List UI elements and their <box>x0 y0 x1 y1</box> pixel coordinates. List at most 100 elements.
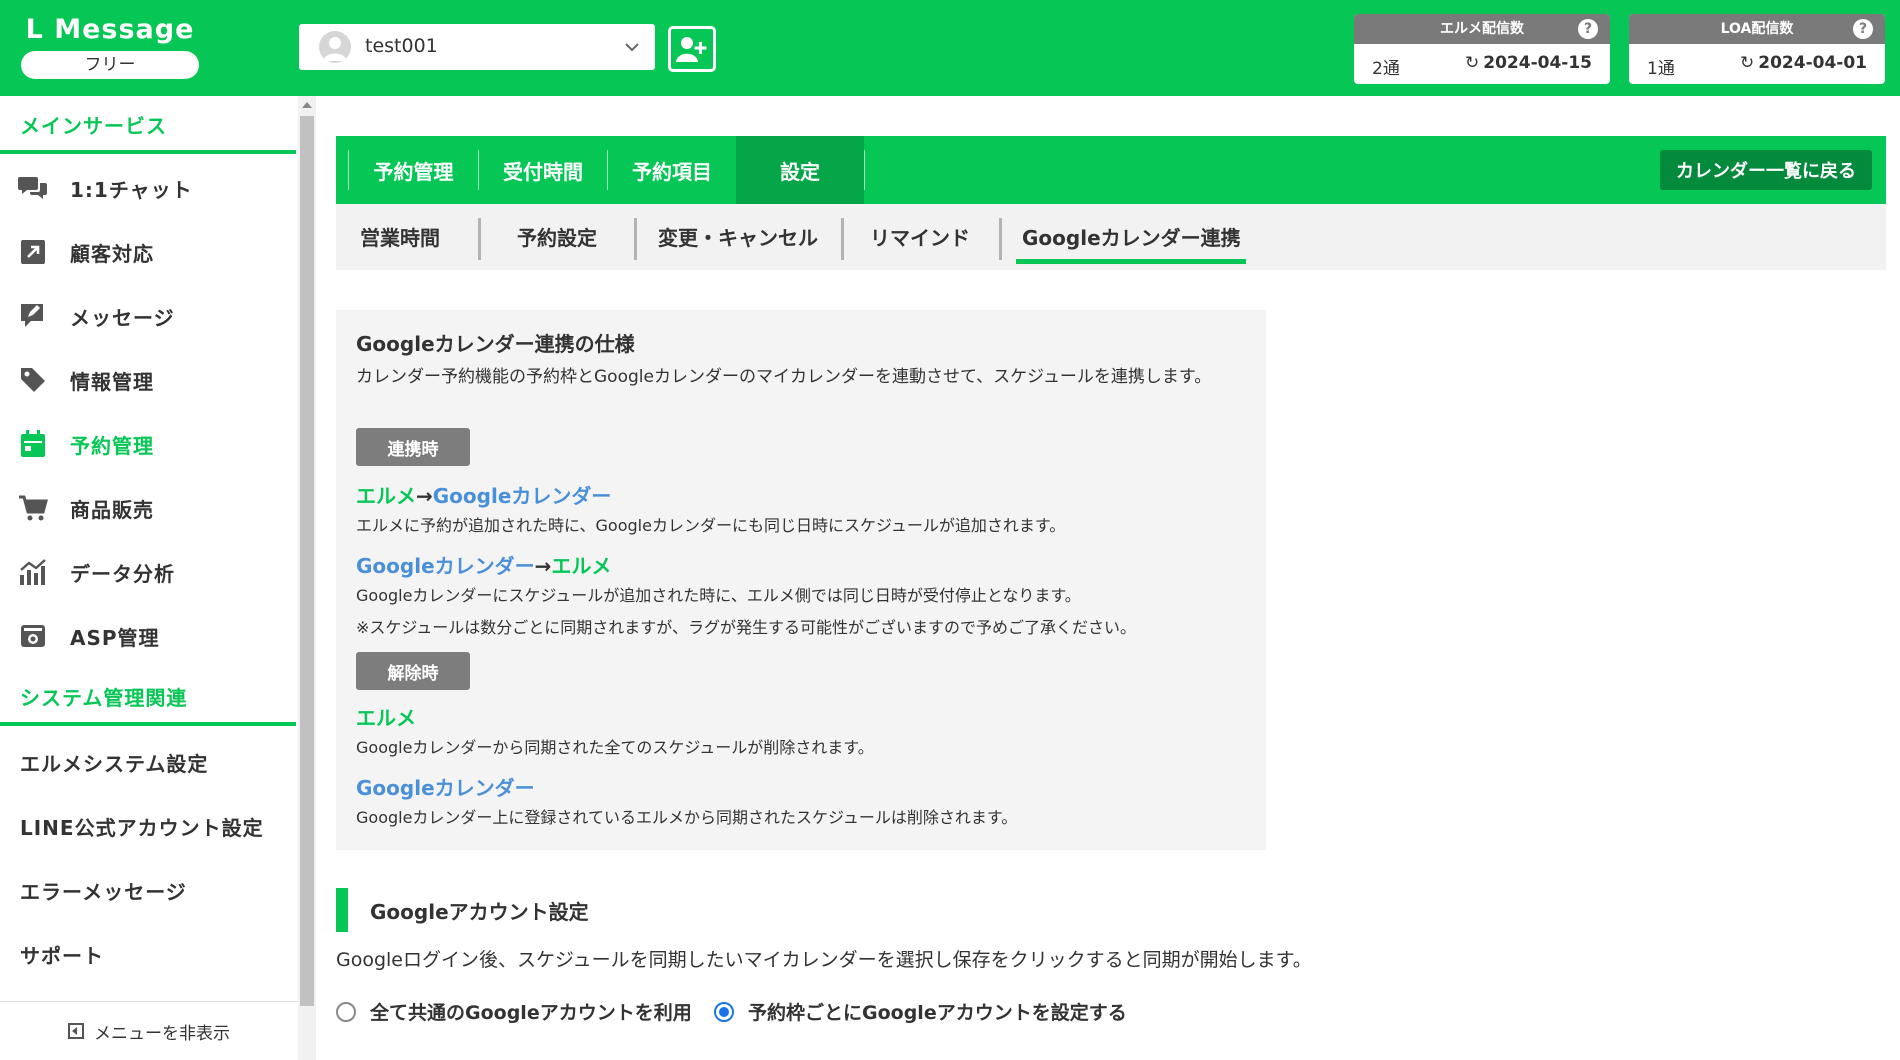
subtab-reservation-settings[interactable]: 予約設定 <box>517 222 597 251</box>
logo-title: L Message <box>25 14 195 45</box>
sidebar-item-customer[interactable]: 顧客対応 <box>0 222 298 282</box>
sidebar-item-reservation[interactable]: 予約管理 <box>0 414 298 474</box>
chevron-down-icon <box>623 38 641 60</box>
stat-date-text: 2024-04-15 <box>1483 53 1592 73</box>
hide-menu-button[interactable]: メニューを非表示 <box>0 1001 298 1060</box>
unlink-badge: 解除時 <box>356 652 470 690</box>
add-user-button[interactable] <box>668 26 716 72</box>
sidebar-item-label: メッセージ <box>70 305 175 330</box>
lme-delivery-count-box: エルメ配信数? 2通 ↻ 2024-04-15 <box>1354 14 1610 84</box>
subtab-change-cancel[interactable]: 変更・キャンセル <box>658 222 818 251</box>
radio-per-slot-account[interactable]: 予約枠ごとにGoogleアカウントを設定する <box>714 998 1127 1025</box>
chart-icon <box>16 555 50 589</box>
collapse-icon <box>68 1023 84 1039</box>
asp-icon <box>16 619 50 653</box>
sidebar-item-asp[interactable]: ASP管理 <box>0 606 298 666</box>
spec-description: カレンダー予約機能の予約枠とGoogleカレンダーのマイカレンダーを連動させて、… <box>356 367 1212 387</box>
divider <box>0 722 296 726</box>
stat-title-text: エルメ配信数 <box>1440 21 1524 37</box>
sidebar-item-label: データ分析 <box>70 561 175 586</box>
tab-reservation-management[interactable]: 予約管理 <box>349 136 478 204</box>
radio-button-selected[interactable] <box>714 1001 734 1022</box>
arrow-icon: → <box>534 554 552 578</box>
tag-icon <box>16 363 50 397</box>
subtab-business-hours[interactable]: 営業時間 <box>360 222 440 251</box>
sidebar-section-main: メインサービス <box>20 114 167 138</box>
stat-count: 2通 <box>1372 59 1400 79</box>
stat-title-text: LOA配信数 <box>1720 21 1794 37</box>
sidebar-item-error-message[interactable]: エラーメッセージ <box>20 876 187 905</box>
google-to-lme-text: Googleカレンダーにスケジュールが追加された時に、エルメ側では同じ日時が受付… <box>356 586 1081 605</box>
radio-label: 全て共通のGoogleアカウントを利用 <box>370 1002 692 1024</box>
unlink-lme-heading: エルメ <box>356 706 416 730</box>
sidebar-item-line-account[interactable]: LINE公式アカウント設定 <box>20 812 264 841</box>
radio-button[interactable] <box>336 1001 356 1022</box>
stat-title: エルメ配信数? <box>1354 14 1610 44</box>
subtab-divider <box>999 218 1002 260</box>
unlink-google-heading: Googleカレンダー <box>356 776 535 800</box>
google-calendar-spec-panel: Googleカレンダー連携の仕様 カレンダー予約機能の予約枠とGoogleカレン… <box>336 310 1266 850</box>
google-account-description: Googleログイン後、スケジュールを同期したいマイカレンダーを選択し保存をクリ… <box>336 949 1312 971</box>
heading-from: エルメ <box>356 484 416 508</box>
help-icon[interactable]: ? <box>1853 19 1873 39</box>
back-to-calendar-list-button[interactable]: カレンダー一覧に戻る <box>1660 150 1872 190</box>
sidebar-item-support[interactable]: サポート <box>20 940 104 969</box>
sidebar-item-sales[interactable]: 商品販売 <box>0 478 298 538</box>
scrollbar-thumb[interactable] <box>300 116 314 1006</box>
radio-common-account[interactable]: 全て共通のGoogleアカウントを利用 <box>336 998 692 1025</box>
sidebar-item-info[interactable]: 情報管理 <box>0 350 298 410</box>
tab-settings[interactable]: 設定 <box>736 136 864 204</box>
active-subtab-indicator <box>1016 259 1246 264</box>
unlink-google-text: Googleカレンダー上に登録されているエルメから同期されたスケジュールは削除さ… <box>356 808 1018 827</box>
help-icon[interactable]: ? <box>1578 19 1598 39</box>
lme-to-google-heading: エルメ→Googleカレンダー <box>356 480 611 509</box>
scroll-up-icon[interactable] <box>302 102 312 108</box>
subtab-google-calendar[interactable]: Googleカレンダー連携 <box>1022 222 1241 251</box>
stat-date[interactable]: ↻ 2024-04-15 <box>1465 53 1592 73</box>
add-user-icon <box>676 37 707 62</box>
sidebar-item-message[interactable]: メッセージ <box>0 286 298 346</box>
logo[interactable]: L Message フリー <box>20 14 200 79</box>
subtab-remind[interactable]: リマインド <box>870 222 970 251</box>
divider <box>0 150 296 154</box>
stat-date[interactable]: ↻ 2024-04-01 <box>1740 53 1867 73</box>
tab-reception-time[interactable]: 受付時間 <box>479 136 607 204</box>
sidebar-item-label: 1:1チャット <box>70 177 193 202</box>
google-to-lme-heading: Googleカレンダー→エルメ <box>356 550 611 579</box>
subtab-divider <box>841 218 844 260</box>
sidebar-item-label: 予約管理 <box>70 433 154 458</box>
plan-badge: フリー <box>21 51 199 79</box>
linking-badge: 連携時 <box>356 428 470 466</box>
main-tab-bar: 予約管理 受付時間 予約項目 設定 カレンダー一覧に戻る <box>336 136 1886 204</box>
sidebar-item-label: 顧客対応 <box>70 241 154 266</box>
chat-icon <box>16 171 50 205</box>
stat-date-text: 2024-04-01 <box>1758 53 1867 73</box>
arrow-icon: → <box>416 484 433 508</box>
tab-divider <box>864 150 865 190</box>
stat-count: 1通 <box>1647 59 1675 79</box>
stat-body: 2通 ↻ 2024-04-15 <box>1354 44 1610 84</box>
lme-to-google-text: エルメに予約が追加された時に、Googleカレンダーにも同じ日時にスケジュールが… <box>356 516 1066 535</box>
subtab-divider <box>634 218 637 260</box>
sidebar-scrollbar[interactable] <box>298 96 316 1060</box>
account-name: test001 <box>365 35 438 57</box>
sidebar-item-chat[interactable]: 1:1チャット <box>0 158 298 218</box>
heading-to: エルメ <box>551 554 612 578</box>
tab-reservation-items[interactable]: 予約項目 <box>608 136 736 204</box>
stat-title: LOA配信数? <box>1629 14 1885 44</box>
account-select[interactable]: test001 <box>299 24 655 70</box>
sidebar: メインサービス 1:1チャット 顧客対応 メッセージ 情報管理 予約管理 商品販… <box>0 96 298 1060</box>
sidebar-item-lme-settings[interactable]: エルメシステム設定 <box>20 748 208 777</box>
sub-tab-bar: 営業時間 予約設定 変更・キャンセル リマインド Googleカレンダー連携 <box>336 204 1886 270</box>
stat-body: 1通 ↻ 2024-04-01 <box>1629 44 1885 84</box>
top-header: L Message フリー test001 エルメ配信数? 2通 ↻ 2024-0… <box>0 0 1900 96</box>
sidebar-item-analytics[interactable]: データ分析 <box>0 542 298 602</box>
subtab-divider <box>478 218 481 260</box>
unlink-lme-text: Googleカレンダーから同期された全てのスケジュールが削除されます。 <box>356 738 874 757</box>
heading-from: Googleカレンダー <box>356 554 535 578</box>
cart-icon <box>16 491 50 525</box>
sidebar-item-label: 情報管理 <box>70 369 154 394</box>
google-account-title: Googleアカウント設定 <box>370 900 589 924</box>
radio-label: 予約枠ごとにGoogleアカウントを設定する <box>748 1002 1127 1024</box>
sidebar-section-system: システム管理関連 <box>20 686 188 710</box>
